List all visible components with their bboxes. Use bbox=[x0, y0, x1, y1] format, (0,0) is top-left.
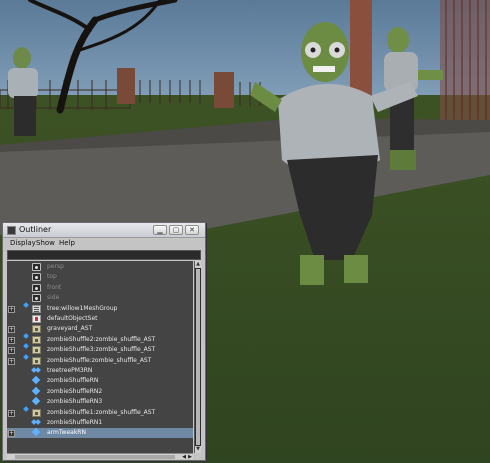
outliner-window[interactable]: Outliner ▁ ▢ ✕ Display Show Help persp to… bbox=[2, 222, 206, 461]
outliner-row-label: tree:willow1MeshGroup bbox=[47, 304, 118, 312]
outliner-row-label: armTweakRN bbox=[47, 429, 86, 437]
expand-icon[interactable]: + bbox=[8, 430, 15, 438]
scroll-thumb[interactable] bbox=[196, 269, 200, 445]
outliner-row[interactable]: zombieShuffleRN1 bbox=[7, 418, 193, 428]
title-bar[interactable]: Outliner ▁ ▢ ✕ bbox=[3, 223, 205, 238]
group-icon bbox=[32, 304, 41, 313]
outliner-row-label: defaultObjectSet bbox=[47, 315, 98, 322]
scroll-right-icon[interactable]: ▶ bbox=[187, 454, 193, 460]
outliner-row[interactable]: zombieShuffleRN2 bbox=[7, 387, 193, 397]
outliner-row-label: graveyard_AST bbox=[47, 325, 93, 333]
outliner-row[interactable]: treetreePM3RN bbox=[7, 366, 193, 376]
outliner-row-label: persp bbox=[47, 263, 64, 270]
outliner-row[interactable]: + armTweakRN bbox=[7, 428, 193, 439]
asset-icon bbox=[32, 335, 41, 344]
menu-show[interactable]: Show bbox=[36, 239, 55, 247]
maya-app-icon bbox=[7, 226, 16, 235]
outliner-row[interactable]: + zombieShuffle1:zombie_shuffle_AST bbox=[7, 405, 193, 418]
menu-display[interactable]: Display bbox=[10, 239, 36, 247]
horizontal-scroll-thumb[interactable] bbox=[15, 455, 175, 459]
asset-icon bbox=[32, 356, 41, 365]
reference-icon bbox=[32, 388, 41, 396]
reference-icon bbox=[32, 377, 41, 385]
expand-icon[interactable]: + bbox=[8, 357, 15, 365]
outliner-row[interactable]: persp bbox=[7, 262, 193, 272]
outliner-row-label: zombieShuffle3:zombie_shuffle_AST bbox=[47, 346, 156, 354]
outliner-row[interactable]: front bbox=[7, 283, 193, 293]
expand-icon[interactable]: + bbox=[8, 305, 15, 313]
outliner-row-label: treetreePM3RN bbox=[47, 367, 93, 374]
outliner-row[interactable]: top bbox=[7, 272, 193, 282]
outliner-row-label: side bbox=[47, 294, 60, 302]
camera-icon bbox=[32, 273, 41, 282]
vertical-scrollbar[interactable]: ▲ ▼ bbox=[194, 261, 201, 453]
reference-badge-icon bbox=[23, 301, 29, 308]
camera-icon bbox=[32, 283, 41, 292]
asset-icon bbox=[32, 408, 41, 417]
reference-badge-icon bbox=[23, 353, 29, 360]
expand-icon[interactable]: + bbox=[8, 326, 15, 334]
reference-badge-icon bbox=[23, 332, 29, 339]
scroll-down-icon[interactable]: ▼ bbox=[195, 446, 201, 453]
outliner-row[interactable]: zombieShuffleRN bbox=[7, 376, 193, 386]
maximize-button[interactable]: ▢ bbox=[169, 225, 183, 235]
window-title: Outliner bbox=[19, 225, 52, 234]
outliner-row-label: zombieShuffle2:zombie_shuffle_AST bbox=[47, 335, 156, 343]
outliner-row[interactable]: zombieShuffleRN3 bbox=[7, 397, 193, 407]
outliner-row-label: front bbox=[47, 283, 62, 291]
asset-icon bbox=[32, 325, 41, 334]
filter-field[interactable] bbox=[7, 250, 201, 260]
outliner-row-label: zombieShuffle1:zombie_shuffle_AST bbox=[47, 408, 156, 416]
close-button[interactable]: ✕ bbox=[185, 225, 199, 235]
outliner-list[interactable]: persp top front side + tree:willow1MeshGroup d… bbox=[7, 261, 193, 453]
menu-bar: Display Show Help bbox=[3, 238, 205, 250]
outliner-row[interactable]: + zombieShuffle3:zombie_shuffle_AST bbox=[7, 343, 193, 355]
outliner-row[interactable]: + zombieShuffle:zombie_shuffle_AST bbox=[7, 353, 193, 366]
asset-icon bbox=[32, 346, 41, 355]
outliner-row[interactable]: side bbox=[7, 293, 193, 303]
expand-icon[interactable]: + bbox=[8, 347, 15, 355]
scroll-up-icon[interactable]: ▲ bbox=[195, 261, 201, 268]
outliner-row-label: zombieShuffleRN1 bbox=[47, 419, 103, 426]
expand-icon[interactable]: + bbox=[8, 409, 15, 417]
reference-badge-icon bbox=[23, 343, 29, 350]
minimize-button[interactable]: ▁ bbox=[153, 225, 167, 235]
outliner-row-label: zombieShuffleRN2 bbox=[47, 387, 103, 395]
camera-icon bbox=[32, 263, 41, 271]
outliner-row-label: zombieShuffleRN3 bbox=[47, 398, 103, 406]
menu-help[interactable]: Help bbox=[59, 239, 75, 247]
outliner-row[interactable]: + graveyard_AST bbox=[7, 324, 193, 334]
outliner-row-label: top bbox=[47, 273, 57, 281]
reference-pair-icon bbox=[32, 419, 41, 427]
outliner-row[interactable]: + zombieShuffle2:zombie_shuffle_AST bbox=[7, 332, 193, 345]
set-icon bbox=[32, 315, 41, 323]
camera-icon bbox=[32, 294, 41, 303]
outliner-row-label: zombieShuffleRN bbox=[47, 377, 99, 385]
reference-icon bbox=[32, 429, 41, 437]
outliner-row-label: zombieShuffle:zombie_shuffle_AST bbox=[47, 356, 152, 364]
outliner-row[interactable]: defaultObjectSet bbox=[7, 314, 193, 324]
horizontal-scrollbar[interactable]: ◀ ▶ bbox=[7, 453, 193, 460]
outliner-row[interactable]: + tree:willow1MeshGroup bbox=[7, 301, 193, 314]
reference-icon bbox=[32, 398, 41, 406]
reference-pair-icon bbox=[32, 367, 41, 375]
reference-badge-icon bbox=[23, 405, 29, 412]
expand-icon[interactable]: + bbox=[8, 336, 15, 344]
